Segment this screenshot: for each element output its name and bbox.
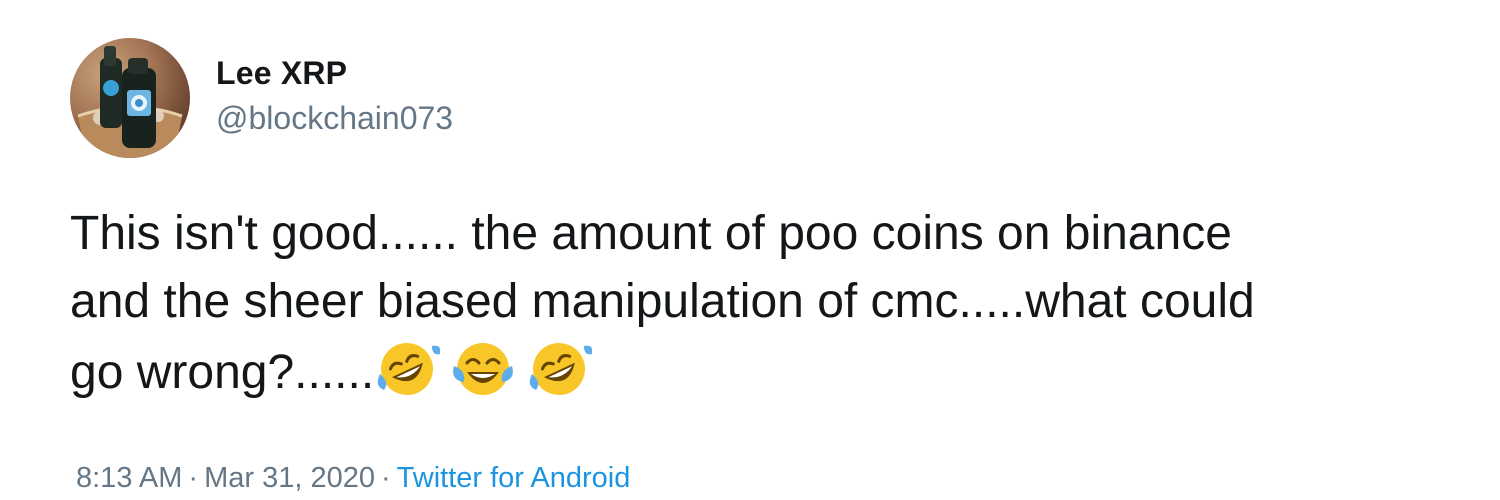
tweet-text-line: and the sheer biased manipulation of cmc… [70, 275, 1255, 328]
author-name[interactable]: Lee XRP [216, 55, 347, 92]
rolling-on-floor-laughing-icon [374, 336, 441, 402]
tweet-text: This isn't good...... the amount of poo … [70, 200, 1460, 407]
meta-separator: · [188, 462, 199, 494]
tweet-meta: 8:13 AM · Mar 31, 2020 · Twitter for Android [76, 462, 630, 495]
tweet-text-line: This isn't good...... the amount of poo … [70, 207, 1232, 260]
tweet-time[interactable]: 8:13 AM [76, 462, 182, 494]
avatar-image [77, 46, 183, 158]
avatar[interactable] [70, 38, 190, 158]
tweet-source-link[interactable]: Twitter for Android [397, 462, 631, 494]
face-with-tears-of-joy-icon [450, 336, 516, 402]
author-handle[interactable]: @blockchain073 [216, 100, 453, 137]
tweet-date[interactable]: Mar 31, 2020 [204, 462, 375, 494]
tweet-card: Lee XRP @blockchain073 This isn't good..… [0, 0, 1500, 500]
tweet-text-line: go wrong?...... [70, 336, 1460, 407]
tweet-text-fragment: go wrong?...... [70, 346, 375, 399]
rolling-on-floor-laughing-icon [526, 336, 593, 402]
meta-separator: · [380, 462, 391, 494]
